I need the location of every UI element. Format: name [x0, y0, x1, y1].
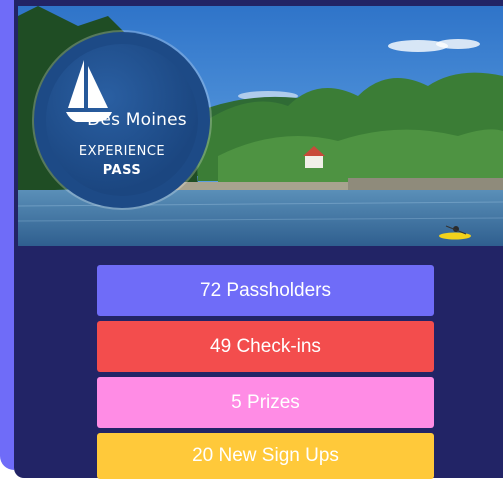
logo-title-text: Des Moines [87, 110, 187, 130]
logo-title: Des Moines [34, 110, 210, 130]
checkins-button[interactable]: 49 Check-ins [97, 321, 434, 372]
hero-image: Des Moines EXPERIENCE PASS [18, 6, 503, 246]
prizes-button[interactable]: 5 Prizes [97, 377, 434, 428]
passholders-button[interactable]: 72 Passholders [97, 265, 434, 316]
logo-subtitle: EXPERIENCE [78, 144, 166, 159]
app-frame: Des Moines EXPERIENCE PASS 72 Passholder… [0, 0, 503, 479]
new-signups-button[interactable]: 20 New Sign Ups [97, 433, 434, 479]
des-moines-logo: Des Moines EXPERIENCE PASS [34, 32, 210, 208]
stats-list: 72 Passholders 49 Check-ins 5 Prizes 20 … [97, 265, 434, 484]
stats-card: Des Moines EXPERIENCE PASS 72 Passholder… [14, 0, 503, 479]
accent-bar [0, 0, 14, 470]
logo-pass-label: PASS [102, 163, 142, 178]
